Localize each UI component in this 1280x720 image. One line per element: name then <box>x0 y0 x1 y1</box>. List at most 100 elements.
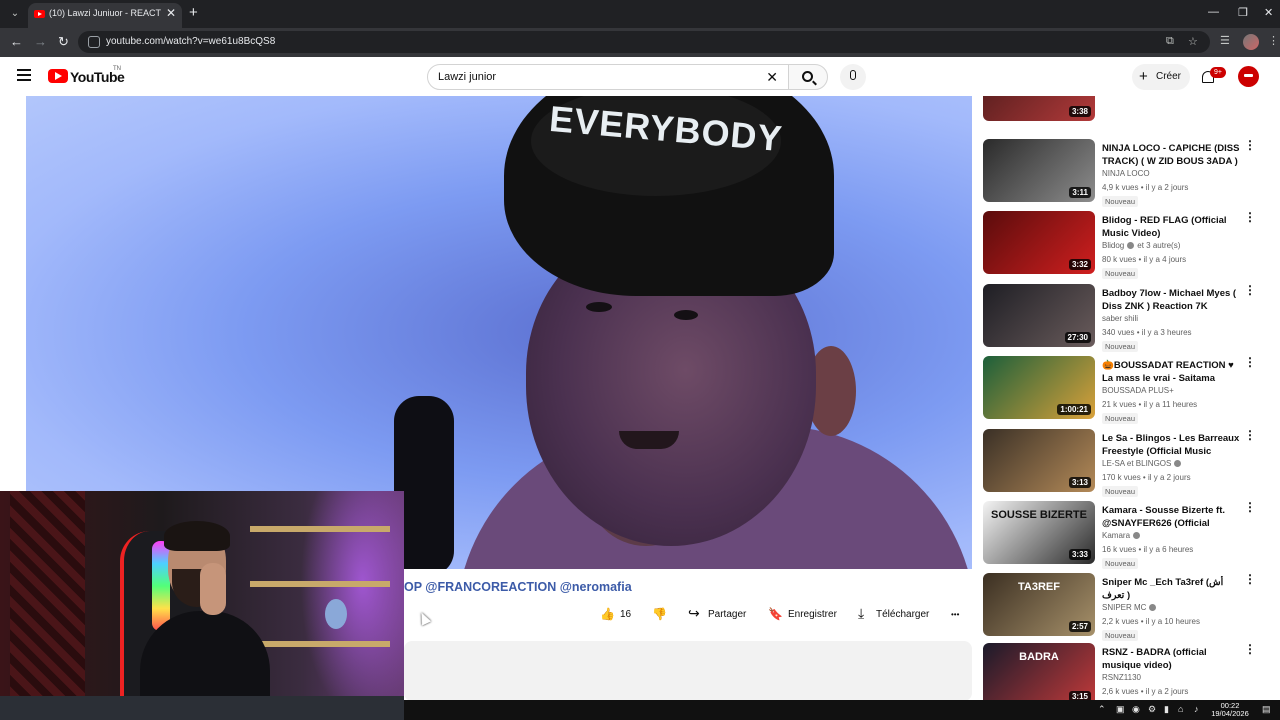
create-button[interactable]: + Créer <box>1132 64 1190 90</box>
tray-app-icon[interactable]: ⚙ <box>1148 704 1156 715</box>
like-button[interactable]: 👍 16 <box>592 602 644 628</box>
youtube-logo-icon[interactable] <box>48 69 68 83</box>
recommendation-item[interactable]: TA3REF 2:57 Sniper Mc _Ech Ta3ref (أش تعرف… <box>982 573 1280 641</box>
tab-close-icon[interactable]: ✕ <box>166 6 176 20</box>
video-thumbnail[interactable]: 3:13 <box>983 429 1095 492</box>
description-box[interactable] <box>404 641 972 701</box>
tray-app-icon[interactable]: ◉ <box>1132 704 1140 715</box>
window-close-icon[interactable]: ✕ <box>1264 6 1273 19</box>
more-options-icon[interactable]: ⋮ <box>1244 429 1256 447</box>
new-badge: Nouveau <box>1102 196 1139 207</box>
create-label: Créer <box>1156 71 1182 82</box>
search-query: Lawzi junior <box>438 71 497 83</box>
recommendation-item[interactable]: 3:13 Le Sa - Blingos - Les Barreaux Frees… <box>982 429 1280 497</box>
maximize-icon[interactable]: ❐ <box>1238 6 1248 19</box>
youtube-header: YouTube TN Lawzi junior ✕ + Créer 9+ <box>0 57 1280 96</box>
more-options-icon[interactable]: ⋮ <box>1244 139 1256 157</box>
browser-tab[interactable]: (10) Lawzi Juniuor - REACT (Of ✕ <box>28 3 182 28</box>
video-meta: 4,9 k vues • il y a 2 jours <box>1102 183 1189 192</box>
profile-avatar[interactable] <box>1243 34 1259 50</box>
tray-app-icon[interactable]: ▣ <box>1116 704 1125 715</box>
more-options-icon[interactable]: ⋮ <box>1244 211 1256 229</box>
video-thumbnail[interactable]: 3:38 <box>983 96 1095 121</box>
more-options-icon[interactable]: ⋮ <box>1244 356 1256 374</box>
url-text: youtube.com/watch?v=we61u8BcQS8 <box>106 36 276 47</box>
dislike-button[interactable]: 👎 <box>646 602 672 628</box>
video-thumbnail[interactable]: 27:30 <box>983 284 1095 347</box>
video-thumbnail[interactable]: 3:32 <box>983 211 1095 274</box>
video-subject-eye <box>674 310 698 320</box>
search-input[interactable]: Lawzi junior ✕ <box>427 64 789 90</box>
tray-chevron-icon[interactable]: ⌃ <box>1098 704 1106 715</box>
recommendation-item[interactable]: SOUSSE BIZERTE 3:33 Kamara - Sousse Bizert… <box>982 501 1280 569</box>
acoustic-foam <box>10 491 85 720</box>
bookmark-star-icon[interactable]: ☆ <box>1188 35 1198 48</box>
recommendation-item[interactable]: BADRA 3:15 RSNZ - BADRA (official musique … <box>982 643 1280 700</box>
share-button[interactable]: ↪ Partager <box>684 602 748 628</box>
channel-name[interactable]: NINJA LOCO <box>1102 169 1150 178</box>
recommendation-item[interactable]: 1:00:21 🎃BOUSSADAT REACTION ♥ La mass le … <box>982 356 1280 424</box>
recommendation-title[interactable]: Sniper Mc _Ech Ta3ref (أش تعرف ) <box>1102 576 1242 602</box>
verified-badge-icon <box>1127 242 1135 250</box>
address-bar[interactable]: youtube.com/watch?v=we61u8BcQS8 ⧉ ☆ <box>78 31 1210 53</box>
youtube-favicon-icon <box>34 10 45 18</box>
browser-menu-icon[interactable]: ⋮ <box>1268 34 1279 47</box>
more-options-icon[interactable]: ⋮ <box>1244 573 1256 591</box>
new-tab-button[interactable]: + <box>189 4 198 21</box>
channel-name[interactable]: BOUSSADA PLUS+ <box>1102 386 1174 395</box>
channel-name[interactable]: Kamara <box>1102 531 1141 540</box>
channel-name[interactable]: Blidog et 3 autre(s) <box>1102 241 1180 250</box>
video-thumbnail[interactable]: 1:00:21 <box>983 356 1095 419</box>
channel-name[interactable]: SNIPER MC <box>1102 603 1157 612</box>
tab-title: (10) Lawzi Juniuor - REACT (Of <box>49 8 161 18</box>
notification-center-icon[interactable]: ▤ <box>1262 704 1271 715</box>
install-app-icon[interactable]: ⧉ <box>1166 35 1174 48</box>
back-icon[interactable]: ← <box>10 34 23 49</box>
tray-network-icon[interactable]: ⌂ <box>1178 704 1183 714</box>
forward-icon[interactable]: → <box>34 34 47 49</box>
recommendation-item[interactable]: 3:38BOS3ADET76 k vues • il y a 6 joursNo… <box>982 96 1280 123</box>
recommendation-title[interactable]: Le Sa - Blingos - Les Barreaux Freestyle… <box>1102 432 1242 459</box>
channel-name[interactable]: saber shili <box>1102 314 1138 323</box>
site-info-icon[interactable] <box>88 36 100 48</box>
video-meta: 80 k vues • il y a 4 jours <box>1102 255 1187 264</box>
video-thumbnail[interactable]: BADRA 3:15 <box>983 643 1095 700</box>
recommendation-item[interactable]: 3:32 Blidog - RED FLAG (Official Music Vi… <box>982 211 1280 279</box>
recommendation-title[interactable]: Badboy 7low - Michael Myes ( Diss ZNK ) … <box>1102 287 1242 313</box>
more-options-icon[interactable]: ⋮ <box>1244 643 1256 661</box>
channel-name[interactable]: RSNZ1130 <box>1102 673 1141 682</box>
thumbnail-text: BADRA <box>1019 651 1059 663</box>
video-thumbnail[interactable]: 3:11 <box>983 139 1095 202</box>
reading-list-icon[interactable]: ☰ <box>1220 34 1230 47</box>
more-horizontal-icon: ••• <box>951 610 960 619</box>
download-button[interactable]: ⤓ Télécharger <box>854 602 930 628</box>
search-button[interactable] <box>788 64 828 90</box>
menu-icon[interactable] <box>17 69 31 81</box>
minimize-icon[interactable]: — <box>1208 6 1219 18</box>
recommendation-title[interactable]: 🎃BOUSSADAT REACTION ♥ La mass le vrai - … <box>1102 359 1242 385</box>
recommendation-title[interactable]: RSNZ - BADRA (official musique video) <box>1102 646 1242 672</box>
account-avatar[interactable] <box>1238 66 1259 87</box>
recommendation-title[interactable]: Blidog - RED FLAG (Official Music Video) <box>1102 214 1242 240</box>
video-thumbnail[interactable]: SOUSSE BIZERTE 3:33 <box>983 501 1095 564</box>
tray-battery-icon[interactable]: ▮ <box>1164 704 1169 715</box>
more-actions-button[interactable]: ••• <box>948 602 972 628</box>
recommendation-item[interactable]: 3:11 NINJA LOCO - CAPICHE (DISS TRACK) ( … <box>982 139 1280 207</box>
recommendation-title[interactable]: NINJA LOCO - CAPICHE (DISS TRACK) ( W ZI… <box>1102 142 1242 168</box>
recommendation-item[interactable]: 27:30 Badboy 7low - Michael Myes ( Diss Z… <box>982 284 1280 352</box>
tab-search-icon[interactable]: ⌄ <box>6 5 24 23</box>
facecam-overlay <box>0 491 404 720</box>
shelf <box>250 641 390 647</box>
recommendation-title[interactable]: Kamara - Sousse Bizerte ft. @SNAYFER626 … <box>1102 504 1242 531</box>
tray-volume-icon[interactable]: ♪ <box>1194 704 1199 714</box>
video-thumbnail[interactable]: TA3REF 2:57 <box>983 573 1095 636</box>
clear-search-icon[interactable]: ✕ <box>766 69 778 86</box>
save-button[interactable]: 🔖 Enregistrer <box>764 602 840 628</box>
notification-count-badge: 9+ <box>1210 67 1226 78</box>
channel-name[interactable]: LE-SA et BLINGOS <box>1102 459 1182 468</box>
reload-icon[interactable]: ↻ <box>58 34 69 50</box>
more-options-icon[interactable]: ⋮ <box>1244 284 1256 302</box>
more-options-icon[interactable]: ⋮ <box>1244 501 1256 519</box>
voice-search-button[interactable] <box>840 64 866 90</box>
system-clock[interactable]: 00:22 19/04/2026 <box>1210 702 1250 718</box>
